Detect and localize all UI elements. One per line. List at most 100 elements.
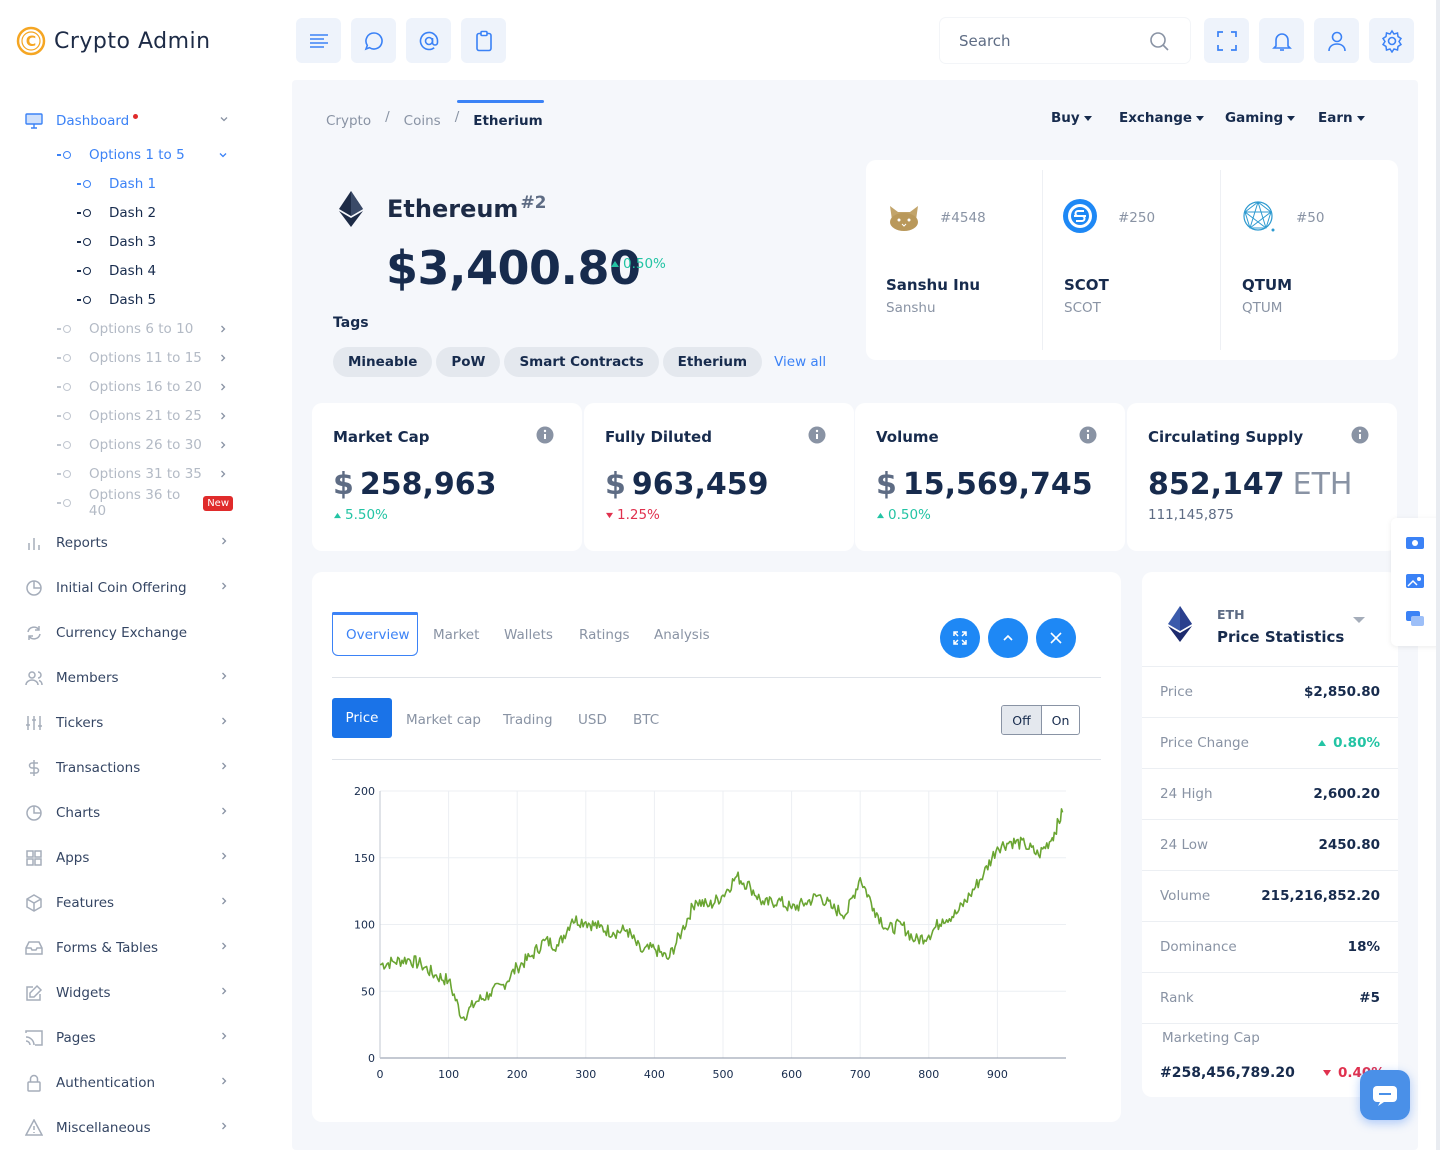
sidebar-item-pages[interactable]: Pages [24, 1026, 234, 1050]
top-menu-earn[interactable]: Earn [1318, 110, 1365, 126]
monitor-icon [24, 111, 44, 131]
tab-ratings[interactable]: Ratings [579, 627, 630, 643]
x-tick-label: 800 [918, 1068, 939, 1081]
tag-mineable[interactable]: Mineable [333, 347, 433, 377]
y-tick-label: 0 [368, 1052, 375, 1065]
sidebar-item-tickers[interactable]: Tickers [24, 711, 234, 735]
camera-icon[interactable] [1405, 534, 1425, 550]
tab-overview[interactable]: Overview [346, 627, 410, 643]
sidebar-item-charts[interactable]: Charts [24, 801, 234, 825]
sidebar-subitem-options[interactable]: Options 21 to 25 [57, 405, 233, 427]
search-input[interactable]: Search [940, 18, 1190, 63]
sidebar-item-initial-coin-offering[interactable]: Initial Coin Offering [24, 576, 234, 600]
caret-down-icon [1083, 115, 1092, 121]
sidebar-item-members[interactable]: Members [24, 666, 234, 690]
trending-name[interactable]: Sanshu Inu [886, 276, 980, 294]
stat-key: 24 Low [1160, 837, 1209, 853]
tab-wallets[interactable]: Wallets [504, 627, 553, 643]
sidebar-subitem-options[interactable]: Options 26 to 30 [57, 434, 233, 456]
tag-smart-contracts[interactable]: Smart Contracts [504, 347, 659, 377]
sliders-icon [24, 713, 44, 733]
page-scrollbar[interactable] [1436, 0, 1440, 1150]
sidebar-subitem-dash-4[interactable]: Dash 4 [77, 260, 156, 282]
sidebar-item-forms-tables[interactable]: Forms & Tables [24, 936, 234, 960]
subtab-usd[interactable]: USD [578, 712, 607, 728]
sidebar-subitem-options[interactable]: Options 36 to 40 New [57, 487, 233, 519]
toggle-on[interactable]: On [1042, 706, 1079, 734]
messages-icon[interactable] [1405, 610, 1425, 628]
user-profile-button[interactable] [1314, 18, 1359, 63]
tab-analysis[interactable]: Analysis [654, 627, 710, 643]
sidebar-item-miscellaneous[interactable]: Miscellaneous [24, 1116, 234, 1140]
expand-icon [953, 631, 967, 645]
menu-toggle-button[interactable] [296, 18, 341, 63]
search-icon[interactable] [1148, 30, 1170, 52]
sidebar-item-reports[interactable]: Reports [24, 531, 234, 555]
circle-icon [77, 180, 91, 188]
subtab-market-cap[interactable]: Market cap [406, 712, 481, 728]
bell-icon [1271, 32, 1292, 51]
trending-name[interactable]: SCOT [1064, 276, 1109, 294]
trending-name[interactable]: QTUM [1242, 276, 1292, 294]
off-on-toggle[interactable]: Off On [1001, 705, 1080, 735]
sidebar-item-widgets[interactable]: Widgets [24, 981, 234, 1005]
sidebar-subitem-dash-1[interactable]: Dash 1 [77, 173, 156, 195]
top-menu-exchange[interactable]: Exchange [1119, 110, 1205, 126]
breadcrumb-crypto[interactable]: Crypto [326, 113, 371, 129]
info-icon[interactable] [1351, 426, 1369, 444]
close-button[interactable] [1036, 618, 1076, 658]
toggle-off[interactable]: Off [1002, 706, 1042, 734]
top-menu-buy[interactable]: Buy [1051, 110, 1092, 126]
top-menu-gaming[interactable]: Gaming [1225, 110, 1296, 126]
breadcrumb-etherium[interactable]: Etherium [473, 113, 542, 129]
sidebar-subitem-options[interactable]: Options 16 to 20 [57, 376, 233, 398]
sidebar-item-apps[interactable]: Apps [24, 846, 234, 870]
sidebar-item-transactions[interactable]: Transactions [24, 756, 234, 780]
menu-lines-icon [309, 33, 328, 48]
stat-value: 2,600.20 [1313, 786, 1380, 802]
sidebar-item-features[interactable]: Features [24, 891, 234, 915]
stat-unit: ETH [1292, 467, 1353, 502]
subtab-btc[interactable]: BTC [633, 712, 659, 728]
sidebar-subitem-options-1-5[interactable]: Options 1 to 5 [57, 144, 233, 166]
sidebar-subitem-options[interactable]: Options 31 to 35 [57, 463, 233, 485]
stat-value: $2,850.80 [1304, 684, 1380, 700]
chat-button[interactable] [351, 18, 396, 63]
x-tick-label: 400 [644, 1068, 665, 1081]
sidebar-item-label: Pages [56, 1030, 96, 1046]
info-icon[interactable] [808, 426, 826, 444]
top-menu-label: Gaming [1225, 110, 1284, 126]
mention-button[interactable] [406, 18, 451, 63]
stat-value: 215,216,852.20 [1261, 888, 1380, 904]
clipboard-button[interactable] [461, 18, 506, 63]
fullscreen-button[interactable] [1204, 18, 1249, 63]
chevron-right-icon [218, 850, 230, 862]
chat-launcher-button[interactable] [1360, 1070, 1410, 1120]
stat-number: 963,459 [631, 467, 769, 502]
notifications-button[interactable] [1259, 18, 1304, 63]
expand-button[interactable] [940, 618, 980, 658]
info-icon[interactable] [1079, 426, 1097, 444]
tag-etherium[interactable]: Etherium [662, 347, 763, 377]
sidebar-subitem-dash-5[interactable]: Dash 5 [77, 289, 156, 311]
tag-pow[interactable]: PoW [436, 347, 501, 377]
info-icon[interactable] [536, 426, 554, 444]
collapse-button[interactable] [988, 618, 1028, 658]
sidebar-subitem-options[interactable]: Options 11 to 15 [57, 347, 233, 369]
caret-down-icon[interactable] [1352, 616, 1366, 624]
sidebar-item-dashboard[interactable]: Dashboard [24, 109, 234, 133]
subtab-price[interactable]: Price [332, 698, 392, 738]
tab-market[interactable]: Market [433, 627, 479, 643]
brand[interactable]: C Crypto Admin [16, 26, 211, 56]
sidebar-subitem-options[interactable]: Options 6 to 10 [57, 318, 233, 340]
sidebar-item-currency-exchange[interactable]: Currency Exchange [24, 621, 234, 645]
subtab-trading[interactable]: Trading [503, 712, 553, 728]
stat-number: 15,569,745 [902, 467, 1093, 502]
image-icon[interactable] [1405, 572, 1425, 590]
sidebar-item-authentication[interactable]: Authentication [24, 1071, 234, 1095]
sidebar-subitem-dash-2[interactable]: Dash 2 [77, 202, 156, 224]
view-all-link[interactable]: View all [774, 354, 826, 370]
sidebar-subitem-dash-3[interactable]: Dash 3 [77, 231, 156, 253]
settings-button[interactable] [1369, 18, 1414, 63]
breadcrumb-coins[interactable]: Coins [404, 113, 441, 129]
